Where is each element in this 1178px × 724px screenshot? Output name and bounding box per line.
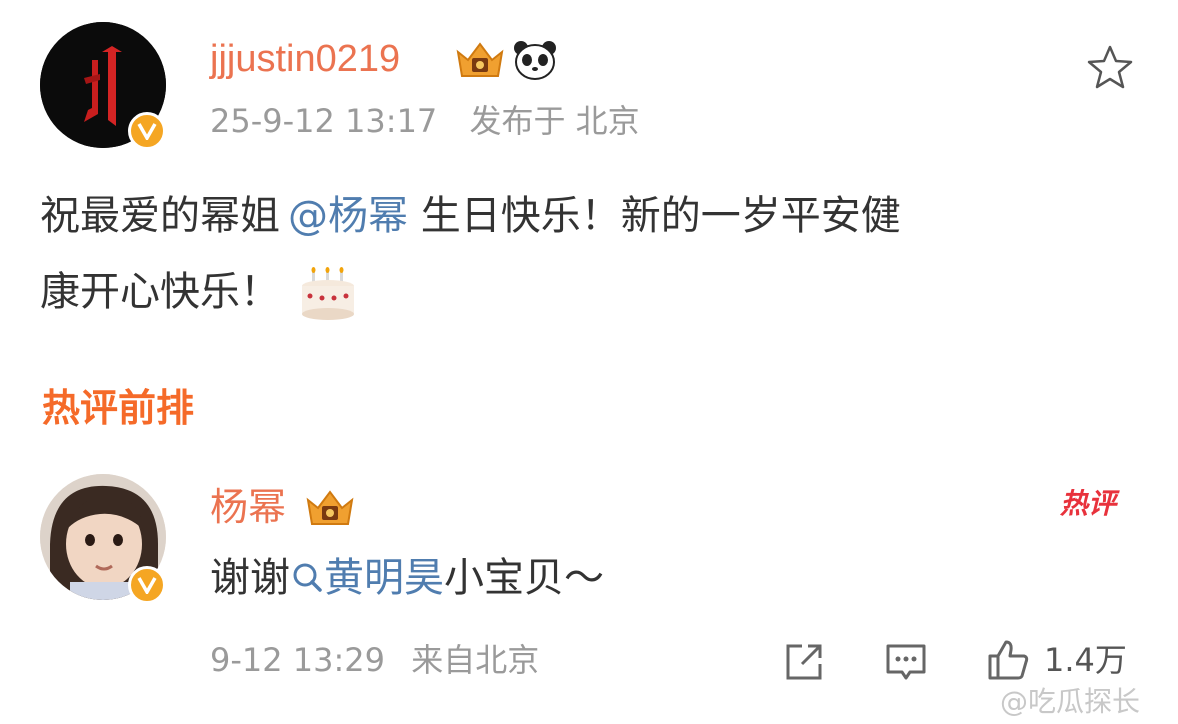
verified-badge-icon [128,566,166,604]
cake-icon [302,267,354,320]
share-icon[interactable] [782,640,826,684]
post-text: 祝最爱的幂姐 @杨幂 生日快乐！新的一岁平安健 康开心快乐！ [40,186,1130,322]
comment-text-prefix: 谢谢 [210,555,290,601]
crown-level-icon [456,42,504,77]
post-text-start: 祝最爱的幂姐 [40,193,280,239]
like-icon[interactable] [986,638,1030,682]
post-timestamp: 25-9-12 13:17 [210,102,438,140]
comment-icon[interactable] [884,640,928,684]
comment-timestamp: 9-12 13:29 [210,641,386,679]
comment-meta: 9-12 13:29 来自北京 [210,640,539,680]
comment-text: 谢谢 黄明昊小宝贝～ [210,552,604,604]
post-username[interactable]: jjjustin0219 [210,36,400,82]
search-link-text[interactable]: 黄明昊 [324,555,444,601]
search-link[interactable]: 黄明昊 [290,555,444,601]
comment-source: 来自北京 [411,641,540,679]
comment-text-suffix: 小宝贝～ [444,555,604,601]
post-text-line2: 康开心快乐！ [40,269,280,315]
favorite-star-icon[interactable] [1086,44,1134,90]
panda-icon [514,41,556,80]
post-meta: 25-9-12 13:17 发布于 北京 [210,101,640,141]
like-count: 1.4万 [1044,641,1127,679]
hot-comments-title: 热评前排 [42,386,195,430]
hot-comment-badge: 热评 [1060,487,1117,520]
search-icon [293,563,322,592]
post-location: 发布于 北京 [469,102,640,140]
watermark: @吃瓜探长 [1000,685,1141,718]
mention-link[interactable]: @杨幂 [288,193,408,239]
verified-badge-icon [128,112,166,150]
post-text-rest: 生日快乐！新的一岁平安健 [408,193,901,239]
crown-level-icon [306,490,354,525]
comment-username[interactable]: 杨幂 [210,484,286,530]
